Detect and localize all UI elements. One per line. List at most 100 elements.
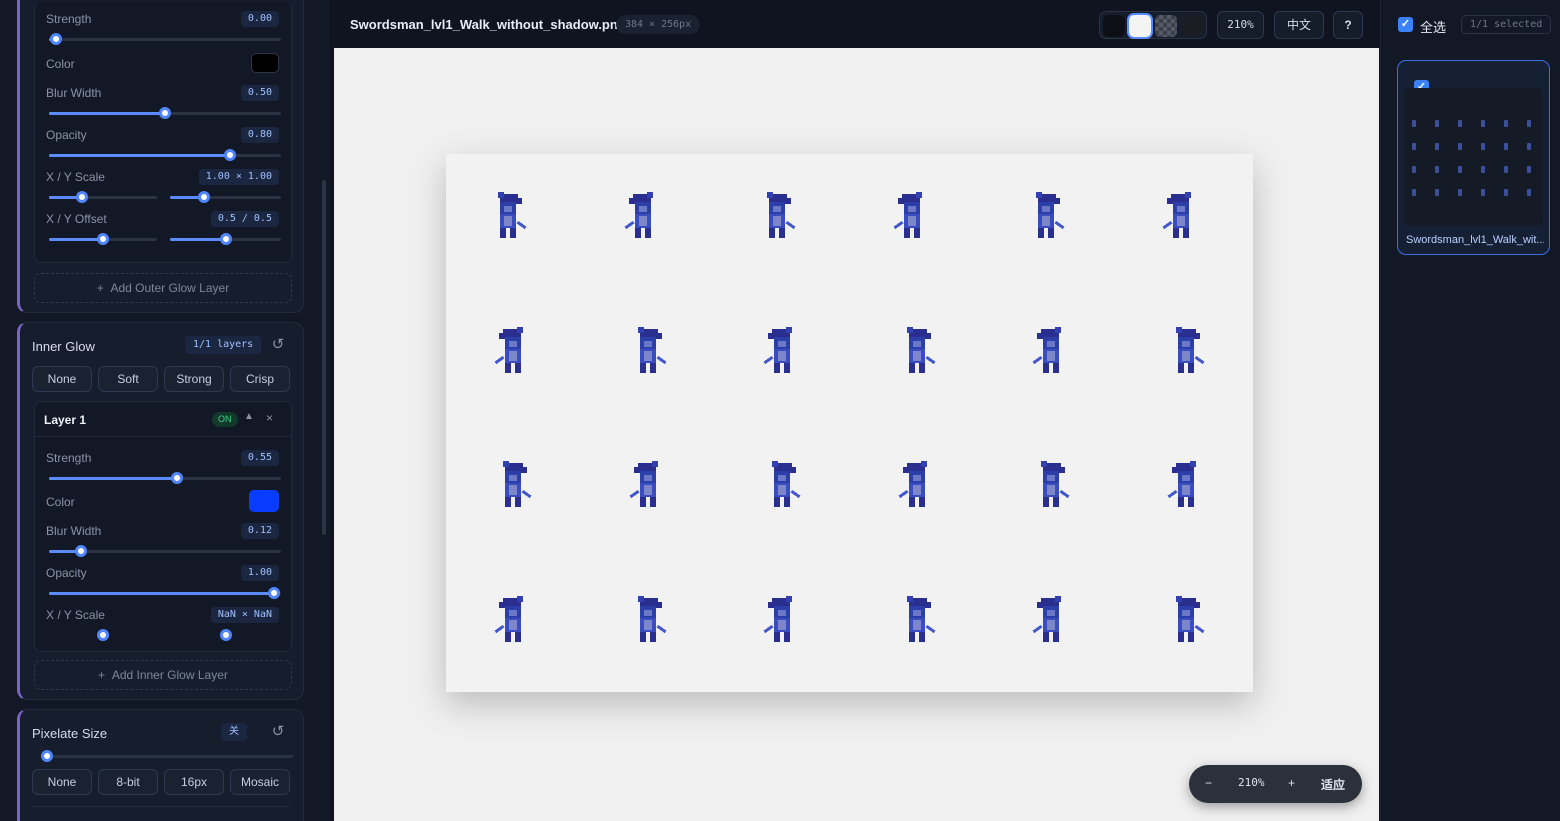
pixelate-none-button[interactable]: None bbox=[32, 769, 92, 795]
pixelate-size-slider[interactable] bbox=[41, 750, 293, 762]
outer-scale-label: X / Y Scale bbox=[46, 170, 105, 184]
thumbnail-sprite bbox=[1435, 189, 1439, 196]
sprite-frame bbox=[752, 453, 812, 525]
language-button[interactable]: 中文 bbox=[1274, 11, 1324, 39]
sprite-frame bbox=[887, 319, 947, 391]
sprite-frame bbox=[1021, 588, 1081, 660]
preset-crisp-button[interactable]: Crisp bbox=[230, 366, 290, 392]
thumbnail-sprite bbox=[1504, 143, 1508, 150]
close-icon[interactable]: × bbox=[266, 411, 273, 425]
bg-black-option[interactable] bbox=[1181, 15, 1203, 37]
outer-scale-y-slider[interactable] bbox=[170, 191, 281, 203]
inner-opacity-handle[interactable] bbox=[268, 587, 281, 599]
preset-none-button[interactable]: None bbox=[32, 366, 92, 392]
outer-scale-x-handle[interactable] bbox=[76, 191, 89, 203]
pixelate-8bit-button[interactable]: 8-bit bbox=[98, 769, 158, 795]
thumbnail-sprite bbox=[1458, 143, 1462, 150]
thumbnail-image bbox=[1404, 88, 1543, 226]
inner-blur-slider[interactable] bbox=[49, 545, 281, 557]
reset-icon[interactable]: ↺ bbox=[270, 337, 286, 353]
inner-color-swatch[interactable] bbox=[249, 490, 279, 512]
preset-strong-button[interactable]: Strong bbox=[164, 366, 224, 392]
zoom-level-button[interactable]: 210% bbox=[1217, 11, 1264, 39]
file-thumbnail-card[interactable]: ✓ Swordsman_lvl1_Walk_wit... bbox=[1397, 60, 1550, 255]
sprite-frame bbox=[887, 588, 947, 660]
layer-title: Layer 1 bbox=[44, 413, 87, 427]
outer-blur-slider[interactable] bbox=[49, 107, 281, 119]
outer-strength-handle[interactable] bbox=[49, 33, 62, 45]
add-inner-glow-layer-button[interactable]: + Add Inner Glow Layer bbox=[34, 660, 292, 690]
inner-blur-handle[interactable] bbox=[75, 545, 88, 557]
thumbnail-sprite bbox=[1504, 189, 1508, 196]
thumbnail-sprite bbox=[1458, 120, 1462, 127]
outer-strength-slider[interactable] bbox=[49, 33, 281, 45]
plus-icon: + bbox=[96, 281, 111, 295]
add-outer-glow-label: Add Outer Glow Layer bbox=[110, 281, 230, 295]
bg-dark-option[interactable] bbox=[1103, 15, 1125, 37]
zoom-out-button[interactable]: − bbox=[1205, 776, 1212, 790]
thumbnail-sprite bbox=[1527, 143, 1531, 150]
sprite-frame bbox=[1016, 184, 1076, 256]
outer-opacity-slider[interactable] bbox=[49, 149, 281, 161]
inner-strength-label: Strength bbox=[46, 451, 92, 465]
outer-blur-handle[interactable] bbox=[159, 107, 171, 119]
outer-color-swatch[interactable] bbox=[251, 53, 279, 73]
bg-checker-option[interactable] bbox=[1155, 15, 1177, 37]
thumbnail-sprite bbox=[1458, 189, 1462, 196]
pixelate-size-handle[interactable] bbox=[41, 750, 53, 762]
inner-opacity-label: Opacity bbox=[46, 566, 87, 580]
add-outer-glow-layer-button[interactable]: + Add Outer Glow Layer bbox=[34, 273, 292, 303]
outer-scale-x-slider[interactable] bbox=[49, 191, 157, 203]
pixelate-title: Pixelate Size bbox=[32, 726, 108, 741]
inner-color-label: Color bbox=[46, 495, 75, 509]
inner-strength-handle[interactable] bbox=[170, 472, 183, 484]
outer-offset-x-handle[interactable] bbox=[97, 233, 109, 245]
inner-glow-layers-badge: 1/1 layers bbox=[185, 336, 262, 354]
help-button[interactable]: ? bbox=[1333, 11, 1363, 39]
thumbnail-sprite bbox=[1412, 120, 1416, 127]
thumbnail-sprite bbox=[1435, 166, 1439, 173]
panel-scrollbar[interactable] bbox=[322, 180, 326, 535]
inner-scale-x-slider[interactable] bbox=[49, 629, 157, 641]
outer-offset-x-slider[interactable] bbox=[49, 233, 157, 245]
outer-offset-y-slider[interactable] bbox=[170, 233, 281, 245]
zoom-in-button[interactable]: + bbox=[1288, 776, 1295, 790]
thumbnail-sprite bbox=[1481, 143, 1485, 150]
preset-soft-button[interactable]: Soft bbox=[98, 366, 158, 392]
outer-offset-y-handle[interactable] bbox=[219, 233, 232, 245]
layer-on-toggle[interactable]: ON bbox=[212, 412, 238, 427]
effects-panel: Strength 0.00 Color Blur Width 0.50 Opac… bbox=[0, 0, 330, 821]
inner-scale-y-slider[interactable] bbox=[170, 629, 281, 641]
inner-strength-slider[interactable] bbox=[49, 472, 281, 484]
pixelate-16px-button[interactable]: 16px bbox=[164, 769, 224, 795]
sprite-frame bbox=[483, 453, 543, 525]
bg-light-option[interactable] bbox=[1129, 15, 1151, 37]
thumbnail-sprite bbox=[1412, 189, 1416, 196]
sprite-frame bbox=[613, 184, 673, 256]
pixelate-mosaic-button[interactable]: Mosaic bbox=[230, 769, 290, 795]
sprite-frame bbox=[747, 184, 807, 256]
move-up-icon[interactable]: ▲ bbox=[244, 411, 254, 422]
fit-button[interactable]: 适应 bbox=[1321, 776, 1345, 793]
plus-icon: + bbox=[98, 668, 112, 682]
outer-scale-value: 1.00 × 1.00 bbox=[198, 169, 279, 185]
select-all-checkbox[interactable]: ✓ bbox=[1398, 17, 1413, 32]
layer-header: Layer 1 ON ▲ × bbox=[35, 402, 291, 437]
thumbnail-sprite bbox=[1527, 189, 1531, 196]
thumbnail-sprite bbox=[1458, 166, 1462, 173]
canvas-area[interactable]: − 210% + 适应 bbox=[334, 48, 1379, 821]
inner-scale-x-handle[interactable] bbox=[97, 629, 109, 641]
reset-icon[interactable]: ↺ bbox=[270, 724, 286, 740]
select-all-label[interactable]: 全选 bbox=[1420, 17, 1446, 36]
outer-strength-label: Strength bbox=[46, 12, 92, 26]
outer-scale-y-handle[interactable] bbox=[198, 191, 211, 203]
thumbnail-sprite bbox=[1481, 166, 1485, 173]
inner-opacity-slider[interactable] bbox=[49, 587, 281, 599]
outer-opacity-handle[interactable] bbox=[223, 149, 236, 161]
inner-scale-y-handle[interactable] bbox=[219, 629, 232, 641]
thumbnail-sprite bbox=[1527, 166, 1531, 173]
outer-opacity-label: Opacity bbox=[46, 128, 87, 142]
sprite-frame bbox=[1156, 588, 1216, 660]
pixelate-state-badge[interactable]: 关 bbox=[221, 723, 247, 741]
inner-strength-value: 0.55 bbox=[240, 450, 279, 466]
